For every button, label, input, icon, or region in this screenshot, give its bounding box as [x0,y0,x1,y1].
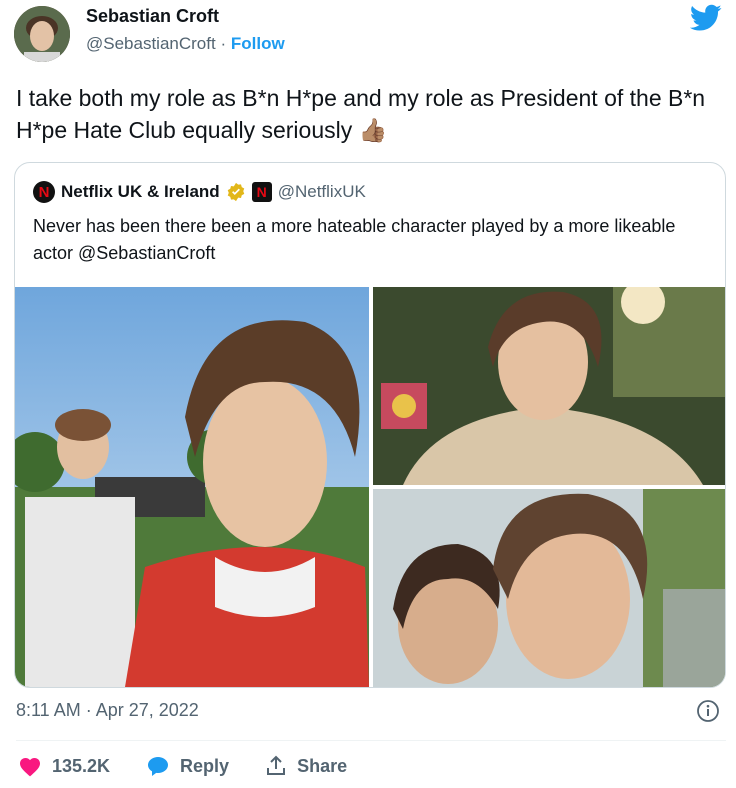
quoted-author-name[interactable]: Netflix UK & Ireland [61,182,220,202]
avatar[interactable] [14,6,70,62]
info-icon[interactable] [696,699,720,723]
author-name[interactable]: Sebastian Croft [86,6,219,27]
quoted-tweet-header: N Netflix UK & Ireland N @NetflixUK [33,181,366,203]
verified-badge-icon [227,182,244,202]
quoted-author-handle[interactable]: @NetflixUK [278,182,366,202]
reply-button[interactable]: Reply [146,755,229,777]
heart-icon [20,758,40,777]
tweet-text: I take both my role as B*n H*pe and my r… [16,85,706,143]
share-label: Share [297,755,348,776]
like-button[interactable]: 135.2K [18,755,110,777]
handle-separator: · [220,34,227,53]
twitter-bird-icon[interactable] [690,4,722,32]
author-handle[interactable]: @SebastianCroft [86,34,216,53]
netflix-badge-icon: N [251,182,272,202]
share-button[interactable]: Share [265,755,347,777]
quoted-tweet[interactable]: N Netflix UK & Ireland N @NetflixUK Neve… [14,162,726,688]
tweet-timestamp[interactable]: 8:11 AM · Apr 27, 2022 [16,700,199,721]
tweet-actions: 135.2K Reply Share [18,755,383,777]
like-count: 135.2K [52,755,111,776]
follow-button[interactable]: Follow [231,34,285,53]
reply-label: Reply [180,755,230,776]
quoted-photo-3[interactable] [373,489,725,687]
divider [16,740,726,741]
quoted-photo-1[interactable] [15,287,369,687]
quoted-photo-2[interactable] [373,287,725,485]
netflix-avatar[interactable]: N [33,181,55,203]
quoted-tweet-text: Never has been there been a more hateabl… [33,216,676,263]
reply-bubble-icon [148,757,169,776]
author-handle-row: @SebastianCroft · Follow [86,34,285,54]
share-icon [267,755,286,775]
